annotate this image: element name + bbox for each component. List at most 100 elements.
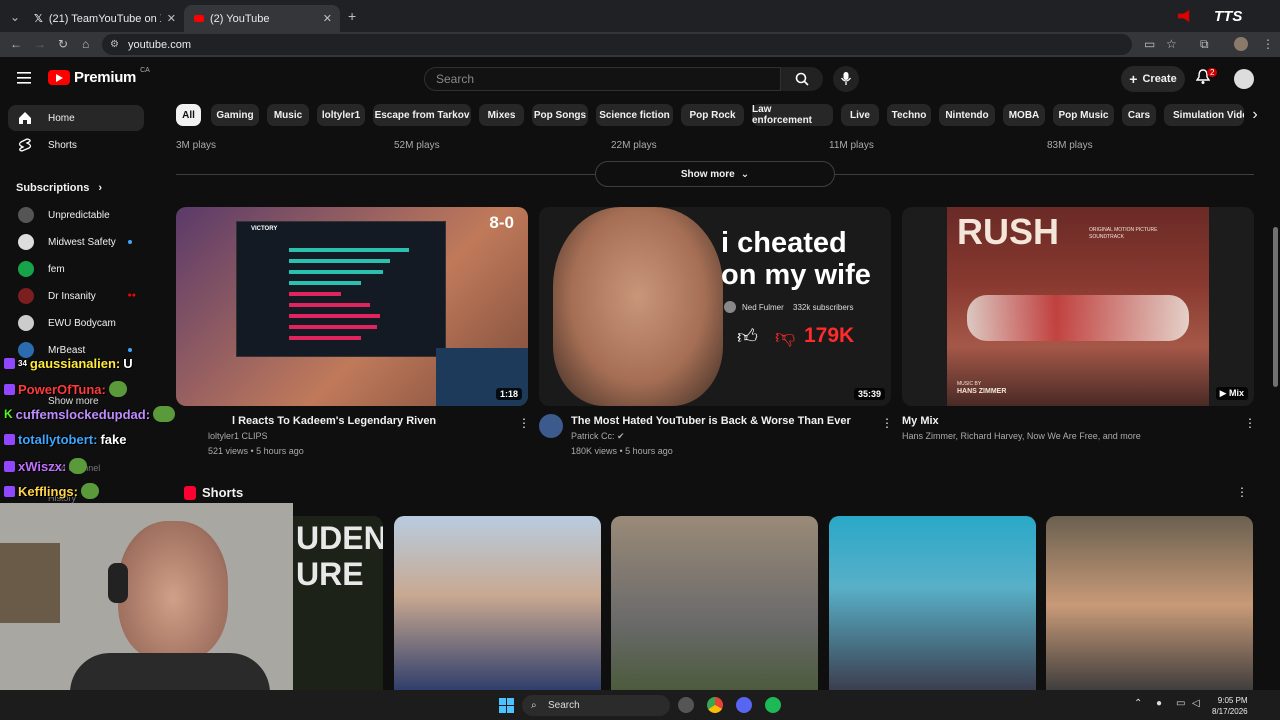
tray-network-icon[interactable]: ▭ [1176, 698, 1185, 709]
chip[interactable]: loltyler1 [317, 104, 365, 126]
bookmark-star-icon[interactable]: ☆ [1166, 37, 1177, 51]
sidebar-item-subscription[interactable]: Dr Insanity ●● [8, 283, 144, 309]
tab-close-icon[interactable]: ✕ [323, 12, 332, 25]
thumb-score-text: 8-0 [489, 213, 514, 232]
site-info-icon[interactable]: ⚙ [110, 39, 119, 50]
more-actions-icon[interactable]: ⋮ [881, 416, 893, 430]
tray-chevron-up-icon[interactable]: ⌃ [1134, 698, 1142, 709]
video-channel[interactable]: loltyler1 CLIPS [208, 431, 268, 441]
video-thumbnail[interactable]: VICTORY 8-0 1:18 [176, 207, 528, 406]
chevron-right-icon[interactable]: › [1244, 104, 1266, 126]
youtube-premium-logo[interactable]: Premium CA [48, 67, 150, 86]
short-thumbnail[interactable] [1046, 516, 1253, 694]
sidebar-item-subscription[interactable]: fem [8, 256, 144, 282]
chip[interactable]: Techno [887, 104, 931, 126]
chip[interactable]: Live [841, 104, 879, 126]
video-thumbnail[interactable]: i cheated on my wife Ned Fulmer 332k sub… [539, 207, 891, 406]
chat-username: PowerOfTuna: [18, 381, 106, 397]
shorts-heading: Shorts [202, 485, 244, 500]
chip[interactable]: Simulation Video [1164, 104, 1244, 126]
video-title[interactable]: My Mix [902, 415, 939, 427]
pepe-emote-icon [69, 458, 88, 474]
stat-bars [289, 248, 419, 348]
chip[interactable]: Pop Songs [532, 104, 588, 126]
tab-twitter[interactable]: 𝕏 (21) TeamYouTube on X: "Startin ✕ [24, 5, 184, 32]
chip[interactable]: MOBA [1003, 104, 1045, 126]
chip[interactable]: Gaming [211, 104, 259, 126]
chip[interactable]: Nintendo [939, 104, 995, 126]
search-input[interactable]: Search [424, 67, 781, 91]
scrollbar-thumb[interactable] [1273, 227, 1278, 387]
chip[interactable]: Science fiction [596, 104, 673, 126]
filter-chips-bar: All Gaming Music loltyler1 Escape from T… [176, 104, 1266, 126]
sidebar-item-subscription[interactable]: EWU Bodycam [8, 310, 144, 336]
account-avatar[interactable] [1234, 69, 1254, 89]
channel-avatar[interactable] [539, 414, 563, 438]
spotify-icon[interactable] [765, 697, 781, 713]
show-more-button[interactable]: Show more ⌄ [595, 161, 835, 187]
mix-thumbnail[interactable]: RUSH ORIGINAL MOTION PICTURE SOUNDTRACK … [902, 207, 1254, 406]
tab-youtube[interactable]: (2) YouTube ✕ [184, 5, 340, 32]
tab-close-icon[interactable]: ✕ [167, 12, 176, 25]
mix-artists: Hans Zimmer, Richard Harvey, Now We Are … [902, 431, 1141, 441]
tab-list-chevron-icon[interactable]: ⌄ [10, 10, 20, 24]
task-view-icon[interactable] [678, 697, 694, 713]
video-title[interactable]: l Reacts To Kadeem's Legendary Riven [232, 415, 436, 427]
chip[interactable]: Music [267, 104, 309, 126]
sidebar-item-shorts[interactable]: Shorts [8, 132, 144, 158]
thumb-dislike-count: 179K [804, 324, 855, 347]
notification-count-badge: 2 [1207, 68, 1218, 77]
create-button[interactable]: + Create [1121, 66, 1185, 92]
tab-title: (2) YouTube [210, 12, 270, 25]
forward-icon[interactable]: → [34, 37, 46, 51]
subscriptions-heading[interactable]: Subscriptions › [16, 182, 102, 194]
url-field[interactable]: ⚙ youtube.com [102, 34, 1132, 55]
overlay-brand: TTS [1214, 8, 1243, 25]
chip[interactable]: Escape from Tarkov [373, 104, 471, 126]
short-thumbnail[interactable] [829, 516, 1036, 694]
chip[interactable]: Pop Music [1053, 104, 1114, 126]
subscriptions-heading-label: Subscriptions [16, 182, 90, 194]
new-content-dot [128, 240, 132, 244]
windows-start-icon[interactable] [499, 698, 514, 713]
hamburger-menu-icon[interactable] [17, 72, 31, 84]
tray-mic-icon[interactable]: ● [1156, 698, 1162, 709]
channel-avatar [18, 261, 34, 277]
cast-icon[interactable]: ▭ [1144, 37, 1155, 51]
chip-all[interactable]: All [176, 104, 201, 126]
search-button[interactable] [781, 67, 823, 91]
sidebar-item-home[interactable]: Home [8, 105, 144, 131]
more-actions-icon[interactable]: ⋮ [1244, 416, 1256, 430]
video-title[interactable]: The Most Hated YouTuber is Back & Worse … [571, 415, 851, 427]
back-icon[interactable]: ← [10, 37, 22, 51]
page-scrollbar[interactable] [1270, 57, 1280, 690]
reload-icon[interactable]: ↻ [58, 37, 68, 51]
sidebar-item-subscription[interactable]: Unpredictable [8, 202, 144, 228]
album-composer: HANS ZIMMER [957, 388, 1007, 395]
chip[interactable]: Law enforcement [752, 104, 833, 126]
more-actions-icon[interactable]: ⋮ [1236, 485, 1248, 499]
short-thumbnail[interactable] [611, 516, 818, 694]
chrome-icon[interactable] [707, 697, 723, 713]
chip[interactable]: Mixes [479, 104, 524, 126]
sidebar-item-subscription[interactable]: Midwest Safety [8, 229, 144, 255]
short-thumbnail[interactable] [394, 516, 601, 694]
chip[interactable]: Cars [1122, 104, 1156, 126]
album-art: RUSH ORIGINAL MOTION PICTURE SOUNDTRACK … [947, 207, 1209, 406]
extensions-icon[interactable]: ⧉ [1200, 37, 1209, 52]
tray-volume-icon[interactable]: ◁ [1192, 698, 1200, 709]
discord-icon[interactable] [736, 697, 752, 713]
new-tab-icon[interactable]: + [348, 8, 356, 24]
home-icon[interactable]: ⌂ [82, 37, 89, 51]
taskbar-clock[interactable]: 9:05 PM 8/17/2026 [1212, 695, 1248, 717]
logo-text: Premium [74, 69, 137, 86]
browser-menu-icon[interactable]: ⋮ [1262, 37, 1274, 51]
sub-badge-icon [4, 485, 15, 497]
home-icon [19, 112, 31, 124]
more-actions-icon[interactable]: ⋮ [518, 416, 530, 430]
profile-avatar[interactable] [1234, 37, 1248, 51]
video-channel[interactable]: Patrick Cc: ✔ [571, 431, 625, 442]
voice-search-button[interactable] [833, 66, 859, 92]
taskbar-search[interactable]: ⌕ Search [522, 695, 670, 716]
chip[interactable]: Pop Rock [681, 104, 744, 126]
